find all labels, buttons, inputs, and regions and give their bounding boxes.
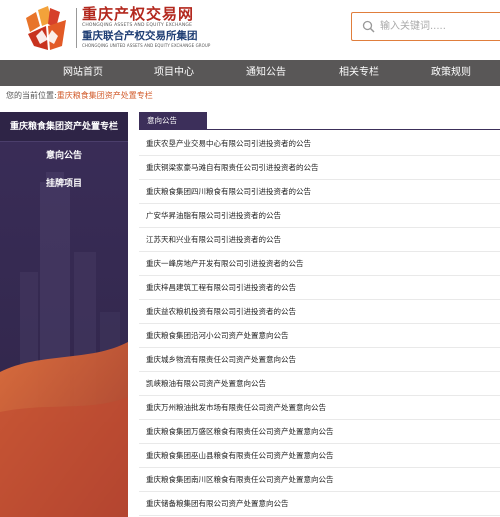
nav-item-home[interactable]: 网站首页	[36, 60, 130, 86]
list-item[interactable]: 重庆益农粮机投资有限公司引进投资者的公告	[139, 300, 500, 324]
breadcrumb-prefix: 您的当前位置:	[6, 91, 57, 100]
announcement-list: 重庆农垦产业交易中心有限公司引进投资者的公告 重庆铜梁家豪马滩自有限责任公司引进…	[139, 132, 500, 516]
search-icon	[362, 20, 375, 33]
list-item[interactable]: 重庆粮食集团巫山县粮食有限责任公司资产处置意向公告	[139, 444, 500, 468]
header: 重庆产权交易网 CHONGQING ASSETS AND EQUITY EXCH…	[0, 0, 500, 60]
list-item[interactable]: 重庆铜梁家豪马滩自有限责任公司引进投资者的公告	[139, 156, 500, 180]
list-item[interactable]: 江苏天和兴业有限公司引进投资者的公告	[139, 228, 500, 252]
sidebar: 重庆粮食集团资产处置专栏 意向公告 挂牌项目	[0, 112, 128, 517]
logo-divider	[76, 8, 77, 48]
nav-item-notices[interactable]: 通知公告	[218, 60, 314, 86]
search-box[interactable]	[351, 12, 500, 41]
logo-icon[interactable]	[24, 6, 70, 52]
list-item[interactable]: 重庆粮食集团沿河小公司资产处置意向公告	[139, 324, 500, 348]
nav-item-columns[interactable]: 相关专栏	[314, 60, 404, 86]
breadcrumb: 您的当前位置:重庆粮食集团资产处置专栏	[6, 89, 153, 103]
list-item[interactable]: 重庆梓昌建筑工程有限公司引进投资者的公告	[139, 276, 500, 300]
site-name-en: CHONGQING ASSETS AND EQUITY EXCHANGE	[82, 23, 193, 28]
list-item[interactable]: 广安华昇油脂有限公司引进投资者的公告	[139, 204, 500, 228]
list-item[interactable]: 重庆农垦产业交易中心有限公司引进投资者的公告	[139, 132, 500, 156]
nav-item-projects[interactable]: 项目中心	[130, 60, 218, 86]
list-item[interactable]: 重庆粮食集团四川粮食有限公司引进投资者的公告	[139, 180, 500, 204]
nav-item-policies[interactable]: 政策规则	[404, 60, 498, 86]
group-name-en: CHONGQING UNITED ASSETS AND EQUITY EXCHA…	[82, 43, 211, 48]
list-item[interactable]: 重庆粮食集团南川区粮食有限责任公司资产处置意向公告	[139, 468, 500, 492]
group-name: 重庆联合产权交易所集团	[82, 30, 198, 42]
sidebar-title: 重庆粮食集团资产处置专栏	[0, 112, 128, 142]
sidebar-item-intent-notice[interactable]: 意向公告	[0, 142, 128, 170]
site-name: 重庆产权交易网	[82, 5, 195, 23]
logo-text[interactable]: 重庆产权交易网 CHONGQING ASSETS AND EQUITY EXCH…	[82, 5, 232, 49]
list-item[interactable]: 重庆一峰房地产开发有限公司引进投资者的公告	[139, 252, 500, 276]
tab-intent-notice[interactable]: 意向公告	[139, 112, 207, 130]
list-item[interactable]: 重庆万州粮油批发市场有限责任公司资产处置意向公告	[139, 396, 500, 420]
list-item[interactable]: 重庆粮食集团万盛区粮食有限责任公司资产处置意向公告	[139, 420, 500, 444]
search-input[interactable]	[380, 17, 495, 36]
sidebar-item-listed-projects[interactable]: 挂牌项目	[0, 170, 128, 198]
list-item[interactable]: 重庆城乡物流有限责任公司资产处置意向公告	[139, 348, 500, 372]
breadcrumb-current[interactable]: 重庆粮食集团资产处置专栏	[57, 91, 153, 100]
list-item[interactable]: 重庆储备粮集团有限公司资产处置意向公告	[139, 492, 500, 516]
list-item[interactable]: 凯峡粮油有限公司资产处置意向公告	[139, 372, 500, 396]
main-nav: 网站首页 项目中心 通知公告 相关专栏 政策规则	[0, 60, 500, 86]
tab-underline	[139, 129, 500, 130]
